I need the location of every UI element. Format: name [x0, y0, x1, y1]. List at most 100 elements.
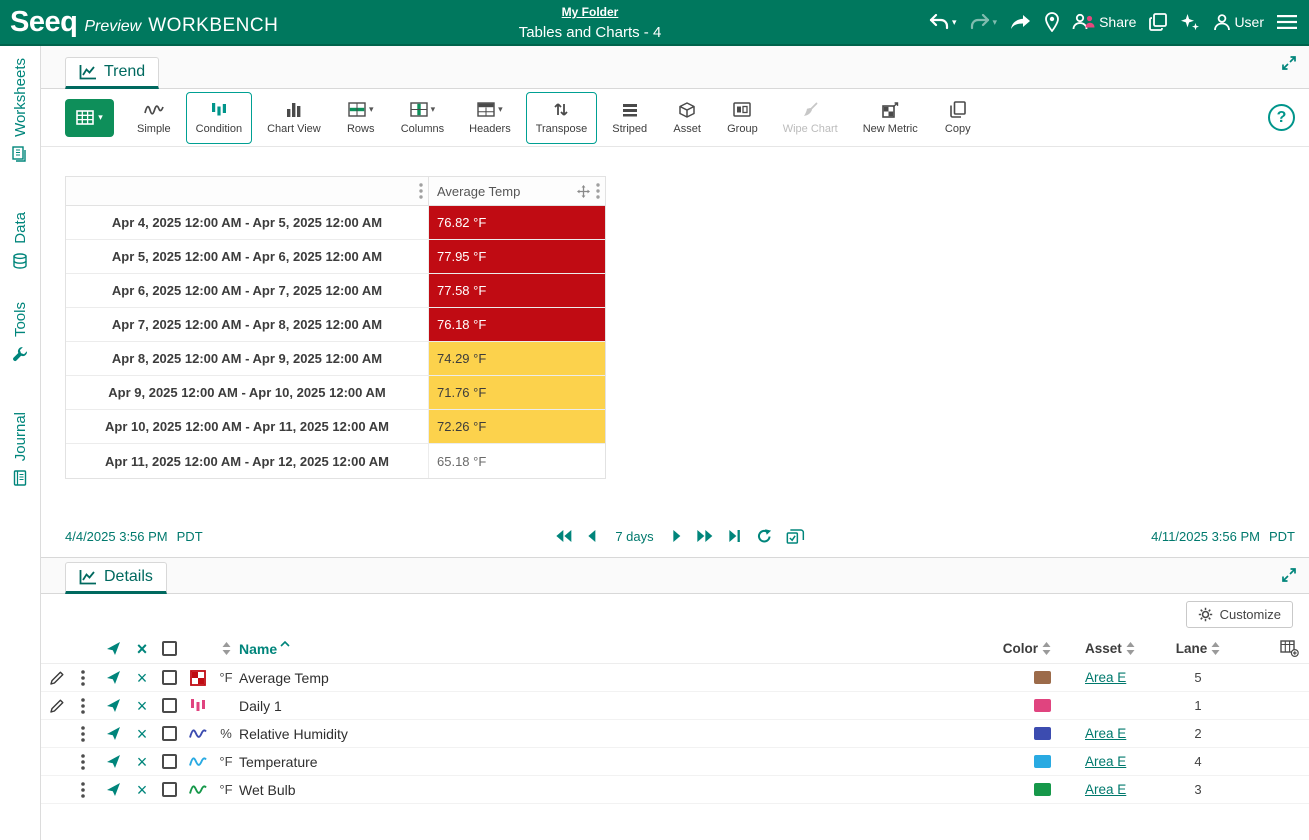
row-menu-icon[interactable]	[81, 781, 85, 798]
expand-trend-icon[interactable]	[1281, 55, 1297, 71]
row-checkbox[interactable]	[161, 782, 177, 797]
step-to-end-icon[interactable]	[729, 529, 741, 543]
row-menu-icon[interactable]	[81, 697, 85, 714]
send-icon[interactable]	[106, 726, 121, 741]
expand-details-icon[interactable]	[1281, 567, 1297, 583]
row-menu-icon[interactable]	[81, 753, 85, 770]
edit-icon[interactable]	[50, 671, 64, 685]
remove-all-icon[interactable]: ×	[137, 640, 148, 658]
sidebar-item-tools[interactable]: Tools	[0, 302, 40, 362]
headers-button[interactable]: ▾ Headers	[459, 91, 521, 144]
send-icon[interactable]	[106, 754, 121, 769]
new-metric-button[interactable]: New Metric	[852, 91, 928, 144]
send-icon[interactable]	[106, 698, 121, 713]
striped-button[interactable]: Striped	[602, 91, 658, 144]
step-back-icon[interactable]	[587, 529, 596, 543]
select-all-checkbox[interactable]	[161, 641, 177, 656]
ai-assistant-button[interactable]	[1180, 12, 1200, 32]
sidebar-item-journal[interactable]: Journal	[0, 412, 40, 486]
range-end-date[interactable]: 4/11/2025 3:56 PM	[1151, 529, 1260, 544]
column-menu-icon[interactable]	[596, 183, 600, 199]
rows-icon: ▾	[348, 101, 373, 118]
rows-button[interactable]: ▾ Rows	[335, 91, 386, 144]
remove-icon[interactable]: ×	[137, 753, 148, 771]
present-mode-button[interactable]	[1010, 14, 1032, 30]
step-back-double-icon[interactable]	[555, 529, 572, 543]
new-metric-icon	[881, 101, 899, 118]
row-checkbox[interactable]	[161, 670, 177, 685]
color-swatch[interactable]	[1034, 755, 1051, 768]
color-swatch[interactable]	[1034, 727, 1051, 740]
row-menu-icon[interactable]	[81, 725, 85, 742]
send-icon[interactable]	[106, 782, 121, 797]
item-name: Average Temp	[239, 669, 329, 686]
row-menu-icon[interactable]	[81, 669, 85, 686]
redo-caret-icon[interactable]: ▾	[993, 17, 998, 27]
breadcrumb[interactable]: My Folder	[562, 5, 619, 19]
tab-details[interactable]: Details	[65, 562, 167, 594]
condition-mode-button[interactable]: Condition	[185, 91, 253, 144]
remove-icon[interactable]: ×	[137, 781, 148, 799]
remove-icon[interactable]: ×	[137, 725, 148, 743]
send-all-icon[interactable]	[106, 641, 121, 656]
customize-button[interactable]: Customize	[1185, 600, 1293, 628]
column-menu-icon[interactable]	[419, 183, 423, 199]
asset-link[interactable]: Area E	[1085, 726, 1126, 741]
edit-icon[interactable]	[50, 699, 64, 713]
copy-button[interactable]: Copy	[932, 91, 983, 144]
column-header-asset[interactable]: Asset	[1051, 634, 1163, 663]
simple-label: Simple	[137, 123, 171, 135]
remove-icon[interactable]: ×	[137, 669, 148, 687]
refresh-icon[interactable]	[756, 528, 772, 544]
step-forward-icon[interactable]	[673, 529, 682, 543]
row-checkbox[interactable]	[161, 754, 177, 769]
sidebar-item-worksheets[interactable]: Worksheets	[0, 58, 40, 162]
new-metric-label: New Metric	[862, 123, 918, 135]
wipe-chart-button[interactable]: Wipe Chart	[772, 91, 848, 144]
column-header-color[interactable]: Color	[981, 634, 1051, 663]
color-swatch[interactable]	[1034, 783, 1051, 796]
column-header-lane[interactable]: Lane	[1163, 634, 1233, 663]
range-end[interactable]: 4/11/2025 3:56 PM PDT	[1151, 529, 1295, 544]
redo-button[interactable]: ▾	[970, 14, 998, 30]
step-forward-double-icon[interactable]	[697, 529, 714, 543]
tab-trend[interactable]: Trend	[65, 57, 160, 89]
add-column-icon[interactable]	[1280, 640, 1299, 657]
asset-link[interactable]: Area E	[1085, 670, 1126, 685]
share-button[interactable]: Share	[1072, 13, 1136, 31]
columns-button[interactable]: ▾ Columns	[390, 91, 455, 144]
color-swatch[interactable]	[1034, 699, 1051, 712]
capsule-range-label: Apr 7, 2025 12:00 AM - Apr 8, 2025 12:00…	[66, 308, 429, 341]
range-start-date[interactable]: 4/4/2025 3:56 PM	[65, 529, 168, 544]
group-button[interactable]: Group	[717, 91, 768, 144]
simple-mode-button[interactable]: Simple	[127, 91, 181, 144]
send-icon[interactable]	[106, 670, 121, 685]
location-button[interactable]	[1045, 12, 1059, 32]
duplicate-worksheet-button[interactable]	[1149, 13, 1168, 31]
row-checkbox[interactable]	[161, 726, 177, 741]
table-builder-button[interactable]: ▾	[65, 98, 114, 137]
asset-link[interactable]: Area E	[1085, 782, 1126, 797]
user-menu-button[interactable]: User	[1213, 13, 1264, 31]
range-start[interactable]: 4/4/2025 3:56 PM PDT	[65, 529, 203, 544]
copy-time-range-icon[interactable]	[786, 528, 805, 544]
undo-button[interactable]: ▾	[929, 14, 957, 30]
help-button[interactable]: ?	[1268, 104, 1295, 131]
remove-icon[interactable]: ×	[137, 697, 148, 715]
undo-caret-icon[interactable]: ▾	[952, 17, 957, 27]
transpose-button[interactable]: Transpose	[525, 91, 598, 144]
asset-link[interactable]: Area E	[1085, 754, 1126, 769]
unit-label: °F	[219, 670, 233, 685]
wrench-icon	[12, 346, 28, 362]
sort-toggle-icon[interactable]	[222, 642, 231, 655]
color-swatch[interactable]	[1034, 671, 1051, 684]
move-column-icon[interactable]	[577, 184, 590, 198]
main-menu-button[interactable]	[1277, 15, 1297, 29]
chart-view-button[interactable]: Chart View	[257, 91, 331, 144]
duration-label[interactable]: 7 days	[615, 529, 653, 544]
row-checkbox[interactable]	[161, 698, 177, 713]
sidebar-item-data[interactable]: Data	[0, 212, 40, 269]
asset-button[interactable]: Asset	[662, 91, 713, 144]
column-header-name[interactable]: Name	[239, 634, 981, 663]
range-end-tz: PDT	[1269, 528, 1295, 544]
